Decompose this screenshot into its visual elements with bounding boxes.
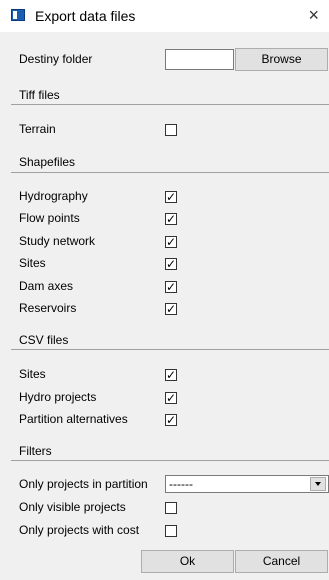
csv-sites-checkbox[interactable]: ✓ — [165, 369, 177, 381]
app-window-icon — [11, 9, 25, 21]
partition-alternatives-label: Partition alternatives — [19, 412, 128, 426]
filters-heading: Filters — [19, 444, 52, 458]
dam-axes-label: Dam axes — [19, 279, 74, 293]
shapefiles-heading: Shapefiles — [19, 155, 76, 169]
destiny-folder-label: Destiny folder — [19, 52, 93, 66]
partition-select-value: ------ — [169, 477, 193, 491]
csv-files-separator — [11, 349, 329, 350]
destiny-folder-input[interactable] — [165, 49, 234, 70]
projects-with-cost-label: Only projects with cost — [19, 523, 140, 537]
ok-button[interactable]: Ok — [141, 550, 234, 573]
cancel-button[interactable]: Cancel — [235, 550, 328, 573]
study-network-label: Study network — [19, 234, 96, 248]
terrain-label: Terrain — [19, 122, 56, 136]
close-icon[interactable]: × — [308, 5, 319, 26]
filters-separator — [11, 460, 329, 461]
hydrography-label: Hydrography — [19, 189, 88, 203]
hydro-projects-checkbox[interactable]: ✓ — [165, 392, 177, 404]
hydrography-checkbox[interactable]: ✓ — [165, 191, 177, 203]
visible-projects-checkbox[interactable] — [165, 502, 177, 514]
partition-filter-label: Only projects in partition — [19, 477, 148, 491]
study-network-checkbox[interactable]: ✓ — [165, 236, 177, 248]
hydro-projects-label: Hydro projects — [19, 390, 97, 404]
terrain-checkbox[interactable] — [165, 124, 177, 136]
title-bar: Export data files × — [0, 0, 329, 32]
flow-points-checkbox[interactable]: ✓ — [165, 213, 177, 225]
shp-sites-checkbox[interactable]: ✓ — [165, 258, 177, 270]
projects-with-cost-checkbox[interactable] — [165, 525, 177, 537]
flow-points-label: Flow points — [19, 211, 80, 225]
tiff-files-separator — [11, 104, 329, 105]
reservoirs-checkbox[interactable]: ✓ — [165, 303, 177, 315]
csv-files-heading: CSV files — [19, 333, 69, 347]
partition-alternatives-checkbox[interactable]: ✓ — [165, 414, 177, 426]
partition-select[interactable]: ------ — [165, 475, 329, 493]
shapefiles-separator — [11, 172, 329, 173]
csv-sites-label: Sites — [19, 367, 46, 381]
reservoirs-label: Reservoirs — [19, 301, 77, 315]
dam-axes-checkbox[interactable]: ✓ — [165, 281, 177, 293]
visible-projects-label: Only visible projects — [19, 500, 126, 514]
tiff-files-heading: Tiff files — [19, 88, 60, 102]
window-title: Export data files — [35, 8, 136, 24]
chevron-down-icon[interactable] — [310, 477, 326, 491]
browse-button[interactable]: Browse — [235, 48, 328, 71]
shp-sites-label: Sites — [19, 256, 46, 270]
